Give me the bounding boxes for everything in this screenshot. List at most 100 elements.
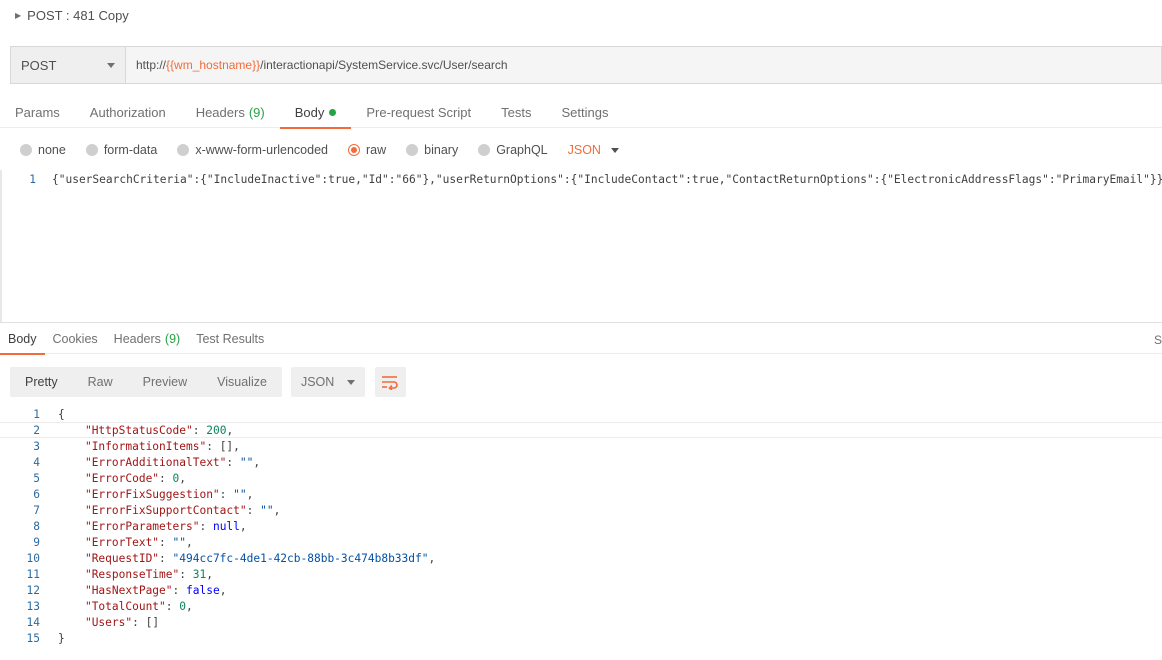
radio-circle[interactable] — [177, 144, 190, 156]
request-tabs: Params Authorization Headers (9) Body Pre… — [0, 96, 1162, 129]
wrap-lines-icon — [382, 376, 399, 390]
tab-tests[interactable]: Tests — [486, 96, 546, 128]
code-line: 12 "HasNextPage": false, — [0, 582, 1162, 598]
line-number: 11 — [26, 567, 40, 581]
code-line: 11 "ResponseTime": 31, — [0, 566, 1162, 582]
response-tab-test-results[interactable]: Test Results — [188, 324, 272, 354]
json-comma: , — [226, 423, 234, 437]
radio-none[interactable]: none — [20, 143, 66, 157]
request-body-editor[interactable]: 1 {"userSearchCriteria":{"IncludeInactiv… — [0, 170, 1162, 322]
request-body-code[interactable]: {"userSearchCriteria":{"IncludeInactive"… — [42, 173, 1162, 186]
radio-raw[interactable]: raw — [348, 143, 386, 157]
json-value: "" — [260, 503, 274, 517]
json-entry: "ErrorFixSupportContact": "", — [84, 503, 281, 517]
chevron-down-icon — [610, 147, 619, 153]
tab-label: Test Results — [196, 332, 265, 346]
json-value: null — [212, 519, 240, 533]
json-entry: "TotalCount": 0, — [84, 599, 193, 613]
view-visualize-button[interactable]: Visualize — [202, 367, 282, 397]
code-line: 14 "Users": [] — [0, 614, 1162, 630]
url-suffix: /interactionapi/SystemService.svc/User/s… — [260, 58, 508, 72]
tab-authorization[interactable]: Authorization — [75, 96, 181, 128]
radio-binary[interactable]: binary — [406, 143, 458, 157]
chevron-down-icon — [346, 379, 355, 385]
line-number: 6 — [33, 487, 40, 501]
radio-label: raw — [366, 143, 387, 157]
line-number: 1 — [29, 172, 36, 186]
request-title-row[interactable]: ▶ POST : 481 Copy — [0, 0, 1162, 30]
tab-headers[interactable]: Headers (9) — [181, 96, 280, 128]
caret-right-icon[interactable]: ▶ — [15, 11, 21, 20]
radio-form-data[interactable]: form-data — [85, 143, 158, 157]
json-comma: , — [428, 551, 436, 565]
line-number: 7 — [33, 503, 40, 517]
wrap-lines-button[interactable] — [374, 367, 406, 397]
method-label: POST — [21, 57, 57, 73]
url-prefix: http:// — [136, 58, 167, 72]
tab-label: Authorization — [89, 104, 166, 120]
request-title[interactable]: POST : 481 Copy — [27, 8, 129, 23]
json-value: [] — [219, 439, 234, 453]
json-comma: , — [179, 471, 187, 485]
json-key: "ResponseTime" — [84, 567, 180, 581]
line-number: 12 — [26, 583, 40, 597]
radio-label: form-data — [103, 143, 158, 157]
radio-circle-checked[interactable] — [348, 144, 360, 156]
radio-circle[interactable] — [478, 144, 491, 156]
url-variable: {{wm_hostname}} — [166, 58, 261, 72]
url-input[interactable]: http://{{wm_hostname}}/interactionapi/Sy… — [126, 47, 1161, 83]
json-entry: "ErrorParameters": null, — [84, 519, 247, 533]
body-format-label: JSON — [567, 143, 601, 157]
json-entry: "HttpStatusCode": 200, — [84, 423, 234, 437]
truncated-status-text: S — [1153, 333, 1162, 347]
tab-params[interactable]: Params — [0, 96, 75, 128]
tab-label: Params — [15, 104, 60, 120]
response-format-select[interactable]: JSON — [290, 367, 365, 397]
pane-divider[interactable] — [0, 322, 1162, 323]
json-comma: , — [246, 487, 254, 501]
json-comma: , — [206, 567, 213, 581]
body-format-select[interactable]: JSON — [568, 143, 619, 157]
tab-label: Settings — [561, 104, 609, 120]
view-pretty-button[interactable]: Pretty — [10, 367, 73, 397]
radio-circle[interactable] — [85, 144, 98, 156]
json-entry: "InformationItems": [], — [84, 439, 240, 453]
tab-pre-request-script[interactable]: Pre-request Script — [351, 96, 486, 128]
json-value: "" — [239, 455, 254, 469]
json-comma: , — [233, 439, 240, 453]
json-entry: "ResponseTime": 31, — [84, 567, 213, 581]
radio-x-www-form-urlencoded[interactable]: x-www-form-urlencoded — [177, 143, 328, 157]
view-mode-group: Pretty Raw Preview Visualize — [10, 367, 282, 397]
tab-label: Headers — [195, 104, 245, 120]
json-key: "TotalCount" — [84, 599, 166, 613]
response-body-editor[interactable]: 1{2 "HttpStatusCode": 200, 3 "Information… — [0, 406, 1162, 660]
radio-label: GraphQL — [496, 143, 548, 157]
json-entry: "Users": [] — [84, 615, 160, 629]
chevron-down-icon — [107, 62, 115, 68]
response-tab-cookies[interactable]: Cookies — [45, 324, 106, 354]
response-tab-headers[interactable]: Headers (9) — [106, 324, 189, 354]
method-select[interactable]: POST — [11, 47, 126, 83]
radio-graphql[interactable]: GraphQL — [478, 143, 548, 157]
radio-circle[interactable] — [20, 144, 32, 156]
code-line: 2 "HttpStatusCode": 200, — [0, 422, 1162, 438]
tab-settings[interactable]: Settings — [546, 96, 623, 128]
tab-label: Tests — [501, 104, 532, 120]
radio-circle[interactable] — [406, 144, 419, 156]
line-number: 2 — [33, 423, 40, 437]
code-line: 4 "ErrorAdditionalText": "", — [0, 454, 1162, 470]
line-number: 9 — [33, 535, 40, 549]
json-value: 200 — [206, 423, 227, 437]
view-preview-button[interactable]: Preview — [128, 367, 202, 397]
json-value: false — [186, 583, 220, 597]
url-bar: POST http://{{wm_hostname}}/interactiona… — [10, 46, 1162, 84]
json-key: "ErrorFixSupportContact" — [84, 503, 247, 517]
tab-body[interactable]: Body — [279, 96, 352, 129]
json-key: "ErrorCode" — [84, 471, 160, 485]
json-value: 0 — [179, 599, 187, 613]
response-tab-body[interactable]: Body — [0, 324, 45, 355]
radio-label: none — [38, 143, 66, 157]
line-number: 13 — [26, 599, 40, 613]
line-number: 1 — [33, 407, 40, 421]
view-raw-button[interactable]: Raw — [73, 367, 128, 397]
